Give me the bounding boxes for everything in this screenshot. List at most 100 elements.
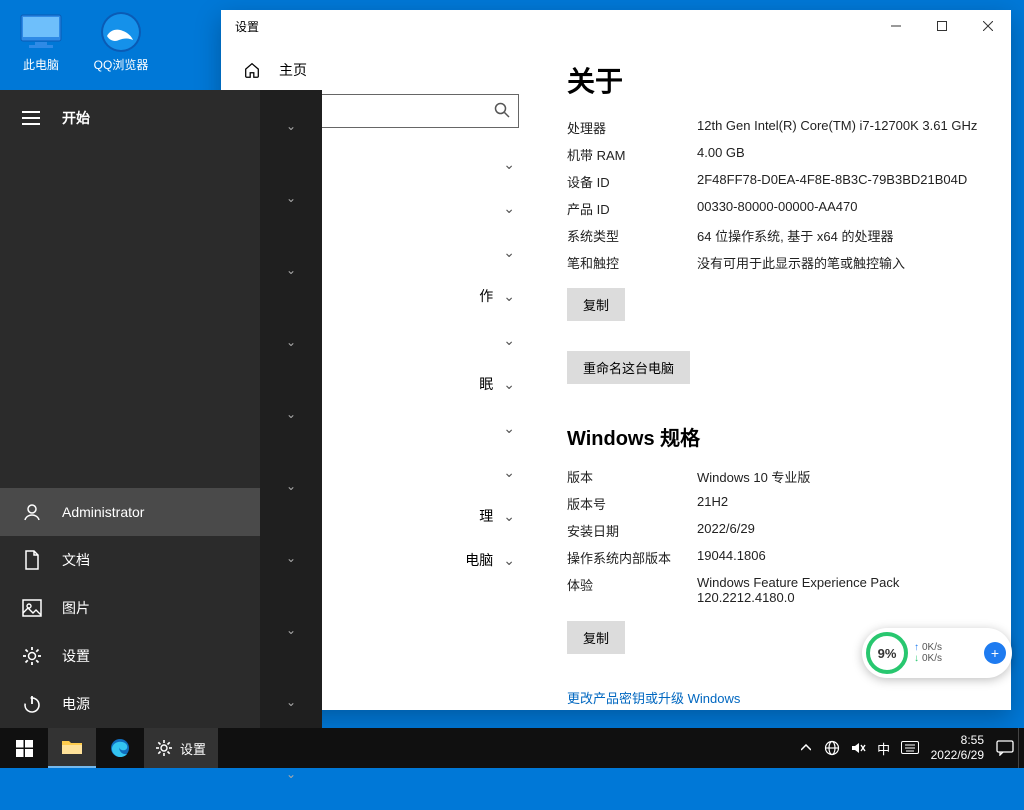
chevron-down-icon: ⌄: [503, 552, 515, 569]
spec-row: 笔和触控没有可用于此显示器的笔或触控输入: [567, 249, 985, 276]
monitor-icon: [17, 8, 65, 56]
spec-value: 2022/6/29: [697, 521, 985, 540]
start-apps-group[interactable]: ⌄: [260, 90, 322, 162]
desktop-icon-label: QQ浏览器: [94, 56, 149, 73]
start-item-label: Administrator: [62, 504, 144, 520]
start-item-label: 图片: [62, 598, 90, 618]
desktop-icon-this-pc[interactable]: 此电脑: [8, 8, 74, 73]
taskbar-file-explorer[interactable]: [48, 728, 96, 768]
action-center-button[interactable]: [992, 728, 1018, 768]
settings-home-link[interactable]: 主页: [221, 54, 541, 94]
chevron-down-icon: ⌄: [286, 623, 296, 637]
taskbar-clock[interactable]: 8:55 2022/6/29: [923, 733, 992, 763]
chevron-down-icon: ⌄: [503, 288, 515, 305]
usage-ring: 9%: [866, 632, 908, 674]
tray-ime-indicator[interactable]: 中: [871, 728, 897, 768]
winspec-row: 版本Windows 10 专业版: [567, 463, 985, 490]
spec-row: 产品 ID00330-80000-00000-AA470: [567, 195, 985, 222]
spec-key: 操作系统内部版本: [567, 548, 697, 567]
search-icon: [493, 101, 511, 119]
start-apps-group[interactable]: ⌄: [260, 522, 322, 594]
tray-volume-icon[interactable]: [845, 728, 871, 768]
start-apps-group[interactable]: ⌄: [260, 378, 322, 450]
start-item-power[interactable]: 电源: [0, 680, 260, 728]
taskbar-edge[interactable]: [96, 728, 144, 768]
tray-overflow-button[interactable]: [793, 728, 819, 768]
user-icon: [22, 502, 42, 522]
hamburger-icon[interactable]: [22, 111, 40, 125]
taskbar-app-label: 设置: [180, 739, 206, 758]
chevron-down-icon: ⌄: [286, 479, 296, 493]
power-icon: [22, 694, 42, 714]
spec-key: 产品 ID: [567, 199, 697, 218]
minimize-button[interactable]: [873, 10, 919, 42]
start-apps-group[interactable]: ⌄: [260, 450, 322, 522]
chevron-down-icon: ⌄: [286, 263, 296, 277]
spec-value: 4.00 GB: [697, 145, 985, 164]
spec-row: 系统类型64 位操作系统, 基于 x64 的处理器: [567, 222, 985, 249]
start-item-gear[interactable]: 设置: [0, 632, 260, 680]
spec-value: Windows 10 专业版: [697, 467, 985, 486]
start-title: 开始: [62, 108, 90, 128]
spec-key: 版本: [567, 467, 697, 486]
arrow-down-icon: ↓: [914, 653, 919, 664]
spec-key: 系统类型: [567, 226, 697, 245]
window-titlebar[interactable]: 设置: [221, 10, 1011, 42]
spec-key: 笔和触控: [567, 253, 697, 272]
chevron-down-icon: ⌄: [503, 464, 515, 481]
chevron-down-icon: ⌄: [503, 420, 515, 437]
start-item-label: 文档: [62, 550, 90, 570]
maximize-button[interactable]: [919, 10, 965, 42]
rename-pc-button[interactable]: 重命名这台电脑: [567, 351, 690, 384]
chevron-down-icon: ⌄: [503, 200, 515, 217]
windows-specs-heading: Windows 规格: [567, 422, 985, 451]
spec-key: 安装日期: [567, 521, 697, 540]
chevron-down-icon: ⌄: [503, 332, 515, 349]
start-button[interactable]: [0, 728, 48, 768]
window-title: 设置: [235, 18, 259, 35]
tray-network-icon[interactable]: [819, 728, 845, 768]
show-desktop-button[interactable]: [1018, 728, 1024, 768]
start-apps-group[interactable]: ⌄: [260, 306, 322, 378]
chevron-down-icon: ⌄: [503, 244, 515, 261]
start-apps-group[interactable]: ⌄: [260, 234, 322, 306]
winspec-row: 版本号21H2: [567, 490, 985, 517]
chevron-down-icon: ⌄: [286, 551, 296, 565]
winspec-row: 体验Windows Feature Experience Pack 120.22…: [567, 571, 985, 609]
chevron-down-icon: ⌄: [503, 156, 515, 173]
chevron-down-icon: ⌄: [503, 508, 515, 525]
chevron-down-icon: ⌄: [286, 119, 296, 133]
settings-content-pane[interactable]: 关于 处理器12th Gen Intel(R) Core(TM) i7-1270…: [541, 42, 1011, 710]
start-apps-group[interactable]: ⌄: [260, 162, 322, 234]
change-product-key-link[interactable]: 更改产品密钥或升级 Windows: [567, 688, 740, 707]
winspec-row: 操作系统内部版本19044.1806: [567, 544, 985, 571]
home-icon: [243, 61, 261, 79]
start-apps-group[interactable]: ⌄: [260, 594, 322, 666]
start-menu-power-pane: 开始 Administrator 文档图片设置电源: [0, 90, 260, 728]
doc-icon: [22, 550, 42, 570]
clock-time: 8:55: [931, 733, 984, 748]
close-button[interactable]: [965, 10, 1011, 42]
start-item-image[interactable]: 图片: [0, 584, 260, 632]
chevron-down-icon: ⌄: [286, 191, 296, 205]
taskbar-settings-app[interactable]: 设置: [144, 728, 218, 768]
gear-icon: [22, 646, 42, 666]
spec-value: 2F48FF78-D0EA-4F8E-8B3C-79B3BD21B04D: [697, 172, 985, 191]
spec-key: 机带 RAM: [567, 145, 697, 164]
copy-specs-button[interactable]: 复制: [567, 288, 625, 321]
network-speed-widget[interactable]: 9% ↑0K/s ↓0K/s +: [862, 628, 1012, 678]
widget-add-button[interactable]: +: [984, 642, 1006, 664]
spec-value: 没有可用于此显示器的笔或触控输入: [697, 253, 985, 272]
start-item-doc[interactable]: 文档: [0, 536, 260, 584]
nav-item-label: 作: [433, 286, 493, 306]
start-menu-apps-column[interactable]: ⌄⌄⌄⌄⌄⌄⌄⌄⌄⌄: [260, 90, 322, 728]
copy-winspecs-button[interactable]: 复制: [567, 621, 625, 654]
spec-key: 设备 ID: [567, 172, 697, 191]
desktop-icon-label: 此电脑: [23, 56, 59, 73]
nav-item-label: 眠: [433, 374, 493, 394]
image-icon: [22, 598, 42, 618]
spec-row: 设备 ID2F48FF78-D0EA-4F8E-8B3C-79B3BD21B04…: [567, 168, 985, 195]
tray-keyboard-icon[interactable]: [897, 728, 923, 768]
start-item-user[interactable]: Administrator: [0, 488, 260, 536]
desktop-icon-qq-browser[interactable]: QQ浏览器: [88, 8, 154, 73]
